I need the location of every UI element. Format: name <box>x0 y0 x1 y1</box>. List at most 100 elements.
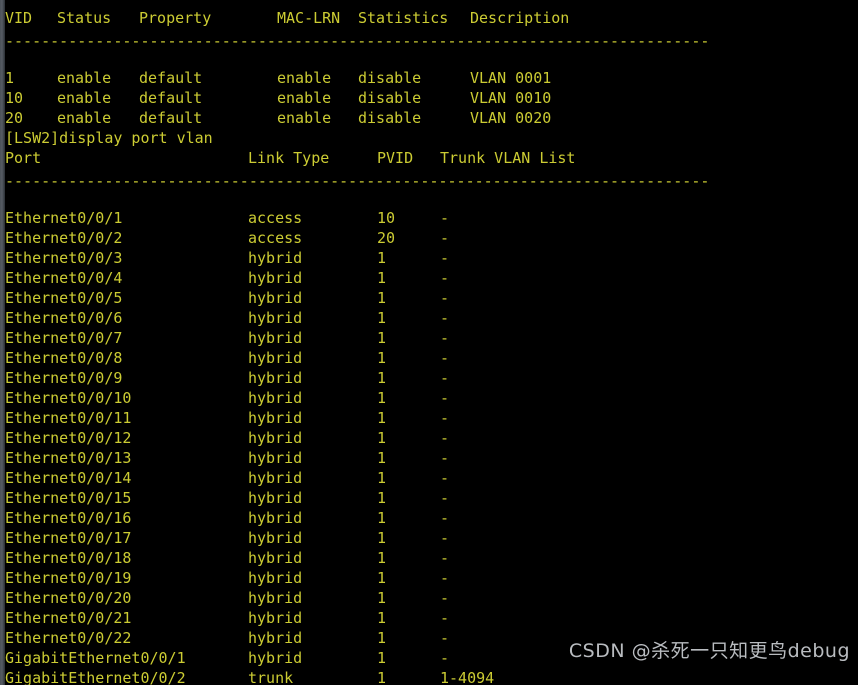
port-cell-name: Ethernet0/0/17 <box>5 529 132 547</box>
port-cell-link-type: hybrid <box>248 349 303 367</box>
port-table-row: Ethernet0/0/2 access 20 - <box>0 228 858 248</box>
vlan-cell-status: enable <box>57 89 112 107</box>
port-cell-name: Ethernet0/0/7 <box>5 329 123 347</box>
vlan-cell-mac-lrn: enable <box>277 89 332 107</box>
port-cell-link-type: hybrid <box>248 269 303 287</box>
vlan-table-row: 1 enable default enable disable VLAN 0001 <box>0 68 858 88</box>
port-cell-trunk: - <box>440 249 450 267</box>
port-cell-trunk: - <box>440 309 450 327</box>
port-table-row: Ethernet0/0/5 hybrid 1 - <box>0 288 858 308</box>
port-cell-pvid: 1 <box>377 249 387 267</box>
terminal-screen[interactable]: VID Status Property MAC-LRN Statistics Descri… <box>0 0 858 685</box>
port-table-row: Ethernet0/0/11 hybrid 1 - <box>0 408 858 428</box>
port-cell-pvid: 10 <box>377 209 396 227</box>
port-cell-link-type: hybrid <box>248 509 303 527</box>
port-table-row: Ethernet0/0/1 access 10 - <box>0 208 858 228</box>
port-cell-trunk: - <box>440 449 450 467</box>
command-text[interactable]: [LSW2]display port vlan <box>5 128 213 148</box>
port-cell-pvid: 1 <box>377 429 387 447</box>
port-table-row: Ethernet0/0/15 hybrid 1 - <box>0 488 858 508</box>
port-cell-link-type: hybrid <box>248 249 303 267</box>
port-table-row: Ethernet0/0/19 hybrid 1 - <box>0 568 858 588</box>
port-cell-name: Ethernet0/0/9 <box>5 369 123 387</box>
port-cell-link-type: hybrid <box>248 489 303 507</box>
port-cell-link-type: hybrid <box>248 309 303 327</box>
port-table-row: Ethernet0/0/9 hybrid 1 - <box>0 368 858 388</box>
port-cell-trunk: - <box>440 269 450 287</box>
terminal-window[interactable]: VID Status Property MAC-LRN Statistics Descri… <box>0 0 858 685</box>
vlan-cell-description: VLAN 0020 <box>470 109 552 127</box>
port-cell-trunk: - <box>440 409 450 427</box>
csdn-watermark: CSDN @杀死一只知更鸟debug <box>568 640 850 662</box>
port-cell-link-type: hybrid <box>248 629 303 647</box>
port-table-row: Ethernet0/0/3 hybrid 1 - <box>0 248 858 268</box>
port-cell-pvid: 1 <box>377 289 387 307</box>
port-cell-link-type: access <box>248 209 303 227</box>
port-cell-name: Ethernet0/0/5 <box>5 289 123 307</box>
port-cell-pvid: 1 <box>377 349 387 367</box>
port-cell-link-type: hybrid <box>248 429 303 447</box>
port-cell-trunk: - <box>440 349 450 367</box>
port-cell-trunk: - <box>440 549 450 567</box>
port-cell-link-type: hybrid <box>248 569 303 587</box>
port-cell-pvid: 20 <box>377 229 396 247</box>
port-header-port: Port <box>5 149 42 167</box>
port-cell-pvid: 1 <box>377 389 387 407</box>
port-cell-pvid: 1 <box>377 669 387 685</box>
port-cell-pvid: 1 <box>377 409 387 427</box>
port-cell-link-type: hybrid <box>248 549 303 567</box>
port-table-row: Ethernet0/0/13 hybrid 1 - <box>0 448 858 468</box>
port-cell-name: Ethernet0/0/18 <box>5 549 132 567</box>
command-input-line[interactable]: [LSW2]display port vlan <box>0 128 858 148</box>
port-header-pvid: PVID <box>377 149 414 167</box>
port-cell-link-type: hybrid <box>248 369 303 387</box>
port-cell-trunk: 1-4094 <box>440 669 495 685</box>
port-cell-pvid: 1 <box>377 549 387 567</box>
port-cell-trunk: - <box>440 589 450 607</box>
vlan-table-separator: ----------------------------------------… <box>5 32 710 50</box>
port-cell-pvid: 1 <box>377 309 387 327</box>
port-cell-link-type: hybrid <box>248 609 303 627</box>
vlan-cell-statistics: disable <box>358 109 422 127</box>
port-cell-pvid: 1 <box>377 509 387 527</box>
vlan-cell-description: VLAN 0001 <box>470 69 552 87</box>
port-cell-pvid: 1 <box>377 469 387 487</box>
port-table-header-row: Port Link Type PVID Trunk VLAN List <box>0 148 858 168</box>
port-cell-name: Ethernet0/0/15 <box>5 489 132 507</box>
port-cell-pvid: 1 <box>377 449 387 467</box>
port-table-row: Ethernet0/0/10 hybrid 1 - <box>0 388 858 408</box>
vlan-cell-statistics: disable <box>358 89 422 107</box>
port-cell-trunk: - <box>440 429 450 447</box>
port-table-row: Ethernet0/0/4 hybrid 1 - <box>0 268 858 288</box>
port-cell-link-type: hybrid <box>248 329 303 347</box>
vlan-cell-vid: 20 <box>5 109 24 127</box>
vlan-cell-property: default <box>139 109 203 127</box>
port-cell-trunk: - <box>440 509 450 527</box>
port-cell-name: GigabitEthernet0/0/1 <box>5 649 186 667</box>
port-table-row: Ethernet0/0/17 hybrid 1 - <box>0 528 858 548</box>
vlan-cell-vid: 1 <box>5 69 15 87</box>
port-cell-trunk: - <box>440 609 450 627</box>
port-cell-trunk: - <box>440 529 450 547</box>
port-table-row: Ethernet0/0/12 hybrid 1 - <box>0 428 858 448</box>
vlan-header-vid: VID <box>5 9 33 27</box>
port-table-row: Ethernet0/0/8 hybrid 1 - <box>0 348 858 368</box>
port-cell-link-type: hybrid <box>248 649 303 667</box>
port-cell-trunk: - <box>440 369 450 387</box>
vlan-header-status: Status <box>57 9 112 27</box>
port-cell-name: Ethernet0/0/3 <box>5 249 123 267</box>
port-cell-link-type: hybrid <box>248 389 303 407</box>
port-cell-name: Ethernet0/0/21 <box>5 609 132 627</box>
vlan-cell-property: default <box>139 89 203 107</box>
port-cell-link-type: hybrid <box>248 449 303 467</box>
vlan-header-mac-lrn: MAC-LRN <box>277 9 341 27</box>
port-cell-name: Ethernet0/0/10 <box>5 389 132 407</box>
port-cell-trunk: - <box>440 489 450 507</box>
port-table-row: Ethernet0/0/20 hybrid 1 - <box>0 588 858 608</box>
vlan-cell-status: enable <box>57 109 112 127</box>
port-cell-name: Ethernet0/0/22 <box>5 629 132 647</box>
vlan-cell-statistics: disable <box>358 69 422 87</box>
port-table-row: Ethernet0/0/7 hybrid 1 - <box>0 328 858 348</box>
port-cell-trunk: - <box>440 389 450 407</box>
vlan-cell-mac-lrn: enable <box>277 109 332 127</box>
